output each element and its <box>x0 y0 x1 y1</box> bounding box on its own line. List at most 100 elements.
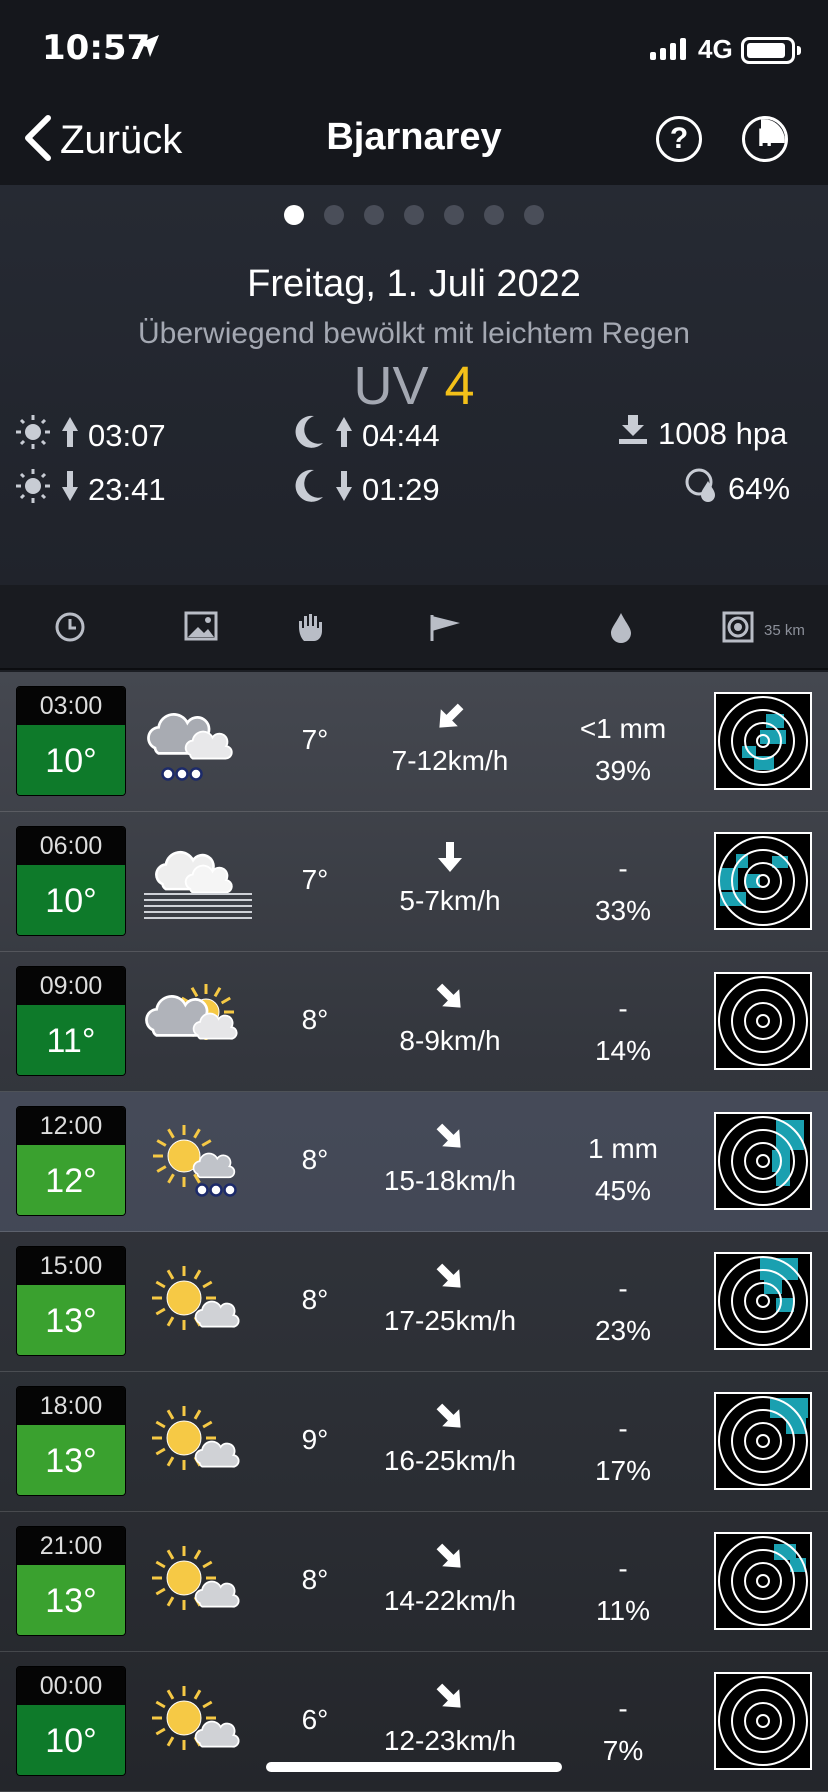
forecast-temp: 10° <box>17 1705 125 1775</box>
moon-icon <box>290 413 326 459</box>
fog-cloud-icon <box>140 842 260 931</box>
forecast-temp: 13° <box>17 1425 125 1495</box>
precipitation: - 11% <box>560 1548 686 1632</box>
wind-speed: 7-12km/h <box>391 745 509 776</box>
precip-amount: - <box>618 1693 628 1724</box>
time-temp-box: 09:00 11° <box>16 966 126 1076</box>
forecast-temp: 10° <box>17 725 125 795</box>
moon-icon <box>290 467 326 513</box>
arrow-up-icon <box>334 415 354 457</box>
precip-probability: 39% <box>594 755 652 786</box>
wind-speed: 17-25km/h <box>383 1305 517 1336</box>
radar-thumbnail[interactable] <box>714 1532 812 1630</box>
wind-info: 8-9km/h <box>360 980 540 1057</box>
forecast-time: 09:00 <box>17 967 125 1005</box>
radar-thumbnail[interactable] <box>714 972 812 1070</box>
time-temp-box: 00:00 10° <box>16 1666 126 1776</box>
wind-info: 5-7km/h <box>360 840 540 917</box>
forecast-row[interactable]: 15:00 13° 8° 17-25km/h - 23% <box>0 1232 828 1372</box>
sun-cloud-rain-icon <box>140 1122 260 1211</box>
home-indicator[interactable] <box>266 1762 562 1772</box>
precipitation: <1 mm 39% <box>560 708 686 792</box>
uv-index: UV 4 <box>0 355 828 417</box>
wind-info: 15-18km/h <box>360 1120 540 1197</box>
sunrise-time: 03:07 <box>88 418 166 453</box>
sun-small-cloud-icon <box>140 1402 260 1491</box>
pressure: 1008 hpa <box>616 413 787 455</box>
radar-thumbnail[interactable] <box>714 692 812 790</box>
page-dot[interactable] <box>524 205 544 225</box>
sun-icon <box>14 467 52 513</box>
arrow-up-icon <box>60 415 80 457</box>
top-bar: 10:57 4G Zurück Bjarnarey ? h <box>0 0 828 185</box>
sun-small-cloud-icon <box>140 1682 260 1771</box>
precipitation: - 14% <box>560 988 686 1072</box>
page-dot[interactable] <box>364 205 384 225</box>
forecast-row[interactable]: 06:00 10° 7° 5-7km/h - 33% <box>0 812 828 952</box>
wind-speed: 16-25km/h <box>383 1445 517 1476</box>
forecast-row[interactable]: 21:00 13° 8° 14-22km/h - 11% <box>0 1512 828 1652</box>
radar-thumbnail[interactable] <box>714 1252 812 1350</box>
help-button[interactable]: ? <box>656 116 702 162</box>
battery-icon <box>741 37 801 64</box>
wind-arrow-icon <box>360 700 540 739</box>
radar-thumbnail[interactable] <box>714 1392 812 1490</box>
wind-info: 16-25km/h <box>360 1400 540 1477</box>
feels-like-temp: 8° <box>301 1144 329 1175</box>
page-dot[interactable] <box>444 205 464 225</box>
time-temp-box: 03:00 10° <box>16 686 126 796</box>
forecast-row[interactable]: 09:00 11° 8° 8-9km/h - 14% <box>0 952 828 1092</box>
feels-like-temp: 8° <box>301 1004 329 1035</box>
feels-like-temp: 8° <box>301 1564 329 1595</box>
precip-amount: - <box>618 1273 628 1304</box>
radar-icon[interactable] <box>722 611 754 648</box>
page-title: Bjarnarey <box>326 116 502 158</box>
page-dot[interactable] <box>404 205 424 225</box>
forecast-row[interactable]: 12:00 12° 8° 15-18km/h 1 mm 45% <box>0 1092 828 1232</box>
raindrop-icon[interactable] <box>608 611 634 648</box>
location-arrow-icon <box>134 32 162 65</box>
weather-image-icon[interactable] <box>184 611 218 646</box>
uv-value: 4 <box>444 356 475 416</box>
page-dot[interactable] <box>284 205 304 225</box>
precip-probability: 23% <box>594 1315 652 1346</box>
pressure-icon <box>616 413 650 455</box>
forecast-temp: 13° <box>17 1285 125 1355</box>
moonrise-time: 04:44 <box>362 418 440 453</box>
network-type: 4G <box>698 34 733 64</box>
time-temp-box: 18:00 13° <box>16 1386 126 1496</box>
day-summary[interactable]: Freitag, 1. Juli 2022 Überwiegend bewölk… <box>0 185 828 585</box>
wind-flag-icon[interactable] <box>428 611 462 648</box>
moonrise: 04:44 <box>290 413 440 459</box>
hand-icon[interactable] <box>296 611 326 648</box>
radar-thumbnail[interactable] <box>714 1112 812 1210</box>
h-icon: h <box>757 125 773 152</box>
precip-probability: 11% <box>596 1595 650 1626</box>
wind-info: 14-22km/h <box>360 1540 540 1617</box>
uv-label: UV <box>353 356 429 416</box>
sun-small-cloud-icon <box>140 1262 260 1351</box>
forecast-time: 03:00 <box>17 687 125 725</box>
feels-like-temp: 7° <box>301 864 329 895</box>
radar-thumbnail[interactable] <box>714 1672 812 1770</box>
wind-arrow-icon <box>360 980 540 1019</box>
arrow-down-icon <box>334 469 354 511</box>
page-indicator[interactable] <box>0 205 828 225</box>
column-header: 35 km <box>0 585 828 670</box>
precipitation: - 17% <box>560 1408 686 1492</box>
chart-toggle-button[interactable]: h <box>742 116 788 162</box>
time-temp-box: 21:00 13° <box>16 1526 126 1636</box>
page-dot[interactable] <box>324 205 344 225</box>
forecast-row[interactable]: 03:00 10° 7° 7-12km/h <1 mm 39% <box>0 672 828 812</box>
precipitation: - 33% <box>560 848 686 932</box>
radar-thumbnail[interactable] <box>714 832 812 930</box>
wind-arrow-icon <box>360 840 540 879</box>
wind-info: 7-12km/h <box>360 700 540 777</box>
precipitation: - 7% <box>560 1688 686 1772</box>
clock-icon[interactable] <box>54 611 86 648</box>
sunrise: 03:07 <box>14 413 166 459</box>
wind-arrow-icon <box>360 1120 540 1159</box>
page-dot[interactable] <box>484 205 504 225</box>
forecast-list[interactable]: 03:00 10° 7° 7-12km/h <1 mm 39% 06:00 10… <box>0 672 828 1792</box>
forecast-row[interactable]: 18:00 13° 9° 16-25km/h - 17% <box>0 1372 828 1512</box>
